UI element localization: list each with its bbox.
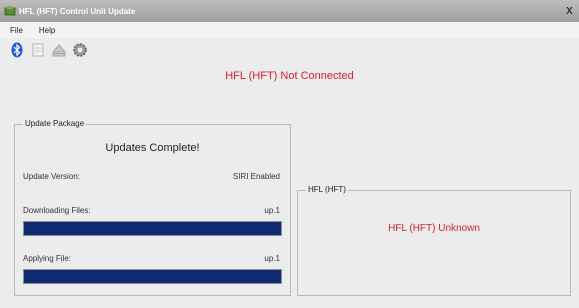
hfl-group: HFL (HFT) HFL (HFT) Unknown bbox=[297, 185, 571, 296]
menu-file[interactable]: File bbox=[10, 26, 23, 35]
apply-progress-fill bbox=[24, 270, 281, 283]
connection-status: HFL (HFT) Not Connected bbox=[225, 70, 354, 82]
settings-button[interactable] bbox=[71, 41, 89, 59]
eject-button[interactable] bbox=[50, 41, 68, 59]
download-progress-bar bbox=[23, 221, 282, 236]
bluetooth-icon bbox=[11, 42, 23, 58]
window-title: HFL (HFT) Control Unit Update bbox=[19, 6, 136, 16]
hfl-legend: HFL (HFT) bbox=[306, 185, 348, 194]
apply-progress-bar bbox=[23, 269, 282, 284]
app-icon bbox=[4, 6, 16, 16]
update-version-value: SIRI Enabled bbox=[232, 172, 280, 181]
updates-complete-text: Updates Complete! bbox=[105, 142, 200, 154]
toolbar bbox=[0, 38, 579, 62]
document-icon bbox=[32, 43, 44, 57]
update-package-group: Update Package Updates Complete! Update … bbox=[14, 119, 291, 296]
update-package-legend: Update Package bbox=[23, 119, 87, 128]
title-bar: HFL (HFT) Control Unit Update x bbox=[0, 0, 579, 22]
menu-bar: File Help bbox=[0, 22, 579, 38]
bluetooth-button[interactable] bbox=[8, 41, 26, 59]
eject-icon bbox=[51, 44, 67, 57]
close-button[interactable]: x bbox=[566, 4, 573, 16]
downloading-files-label: Downloading Files: bbox=[23, 206, 91, 215]
applying-file-label: Applying File: bbox=[23, 254, 72, 263]
download-progress-fill bbox=[24, 222, 281, 235]
document-button[interactable] bbox=[29, 41, 47, 59]
update-version-label: Update Version: bbox=[23, 172, 80, 181]
menu-help[interactable]: Help bbox=[39, 26, 55, 35]
gear-icon bbox=[73, 43, 87, 57]
hfl-status-text: HFL (HFT) Unknown bbox=[388, 223, 480, 234]
applying-file-value: up.1 bbox=[264, 254, 280, 263]
downloading-files-value: up.1 bbox=[264, 206, 280, 215]
